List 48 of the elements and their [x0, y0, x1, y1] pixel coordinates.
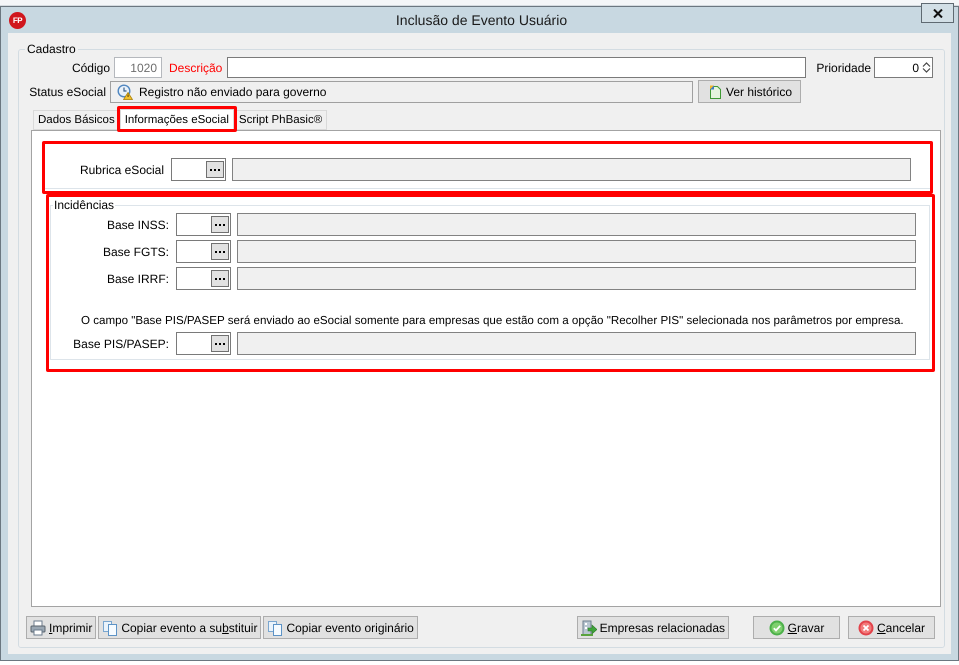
printer-icon	[30, 620, 46, 636]
lookup-button[interactable]	[211, 335, 229, 352]
tab[interactable]: Dados Básicos	[33, 110, 120, 130]
lookup-button[interactable]	[211, 216, 229, 233]
history-button[interactable]: Ver histórico	[698, 80, 801, 103]
related-companies-button[interactable]: Empresas relacionadas	[576, 616, 729, 639]
code-field: 1020	[114, 57, 162, 78]
code-field[interactable]	[176, 267, 231, 290]
field-label: Base PIS/PASEP:	[72, 336, 169, 350]
close-button[interactable]	[921, 3, 954, 23]
field-label: Prioridade	[816, 60, 872, 74]
info-note: O campo "Base PIS/PASEP será enviado ao eSocial somente para empresas que estão com a opção "Recolher PIS" selecionada nos parâmetros por empresa.	[81, 314, 905, 328]
copy-button[interactable]: Copiar evento a substituir	[98, 616, 262, 639]
field-label: Status eSocial	[28, 84, 106, 98]
group-label: Cadastro	[26, 42, 77, 56]
priority-spinner[interactable]: 0	[874, 57, 934, 78]
check-circle-icon	[768, 620, 785, 636]
field-label: Rubrica eSocial	[78, 162, 164, 176]
cancel-button[interactable]: Cancelar	[848, 616, 935, 639]
field-label: Base FGTS:	[102, 244, 169, 258]
field-label: Base IRRF:	[106, 272, 169, 286]
alarm-clock-warning-icon	[117, 84, 133, 100]
copy-icon	[102, 620, 118, 636]
code-field[interactable]	[176, 240, 231, 263]
lookup-button[interactable]	[211, 243, 229, 260]
field-label: Código	[70, 60, 110, 74]
chevron-down-icon[interactable]	[922, 68, 932, 73]
code-field[interactable]	[176, 213, 231, 236]
tab[interactable]: Informações eSocial	[120, 109, 234, 129]
x-circle-icon	[858, 620, 874, 636]
code-field[interactable]	[171, 158, 226, 181]
group-label: Incidências	[53, 199, 116, 212]
app-logo: FP	[9, 12, 26, 28]
lookup-button[interactable]	[206, 161, 224, 178]
description-field[interactable]	[227, 57, 806, 78]
lookup-button[interactable]	[211, 270, 229, 287]
code-field[interactable]	[176, 332, 231, 355]
status-text: Registro não enviado para governo	[139, 84, 326, 98]
window-title: Inclusão de Evento Usuário	[396, 12, 568, 28]
save-button[interactable]: Gravar	[753, 616, 840, 639]
chevron-up-icon[interactable]	[922, 62, 932, 67]
copy-icon	[267, 620, 284, 636]
close-icon	[932, 8, 942, 18]
print-button[interactable]: Imprimir	[26, 616, 96, 639]
field-label: Base INSS:	[106, 218, 169, 232]
building-arrow-icon	[580, 620, 597, 636]
copy-button[interactable]: Copiar evento originário	[263, 616, 418, 639]
field-label: Descrição	[169, 60, 222, 74]
